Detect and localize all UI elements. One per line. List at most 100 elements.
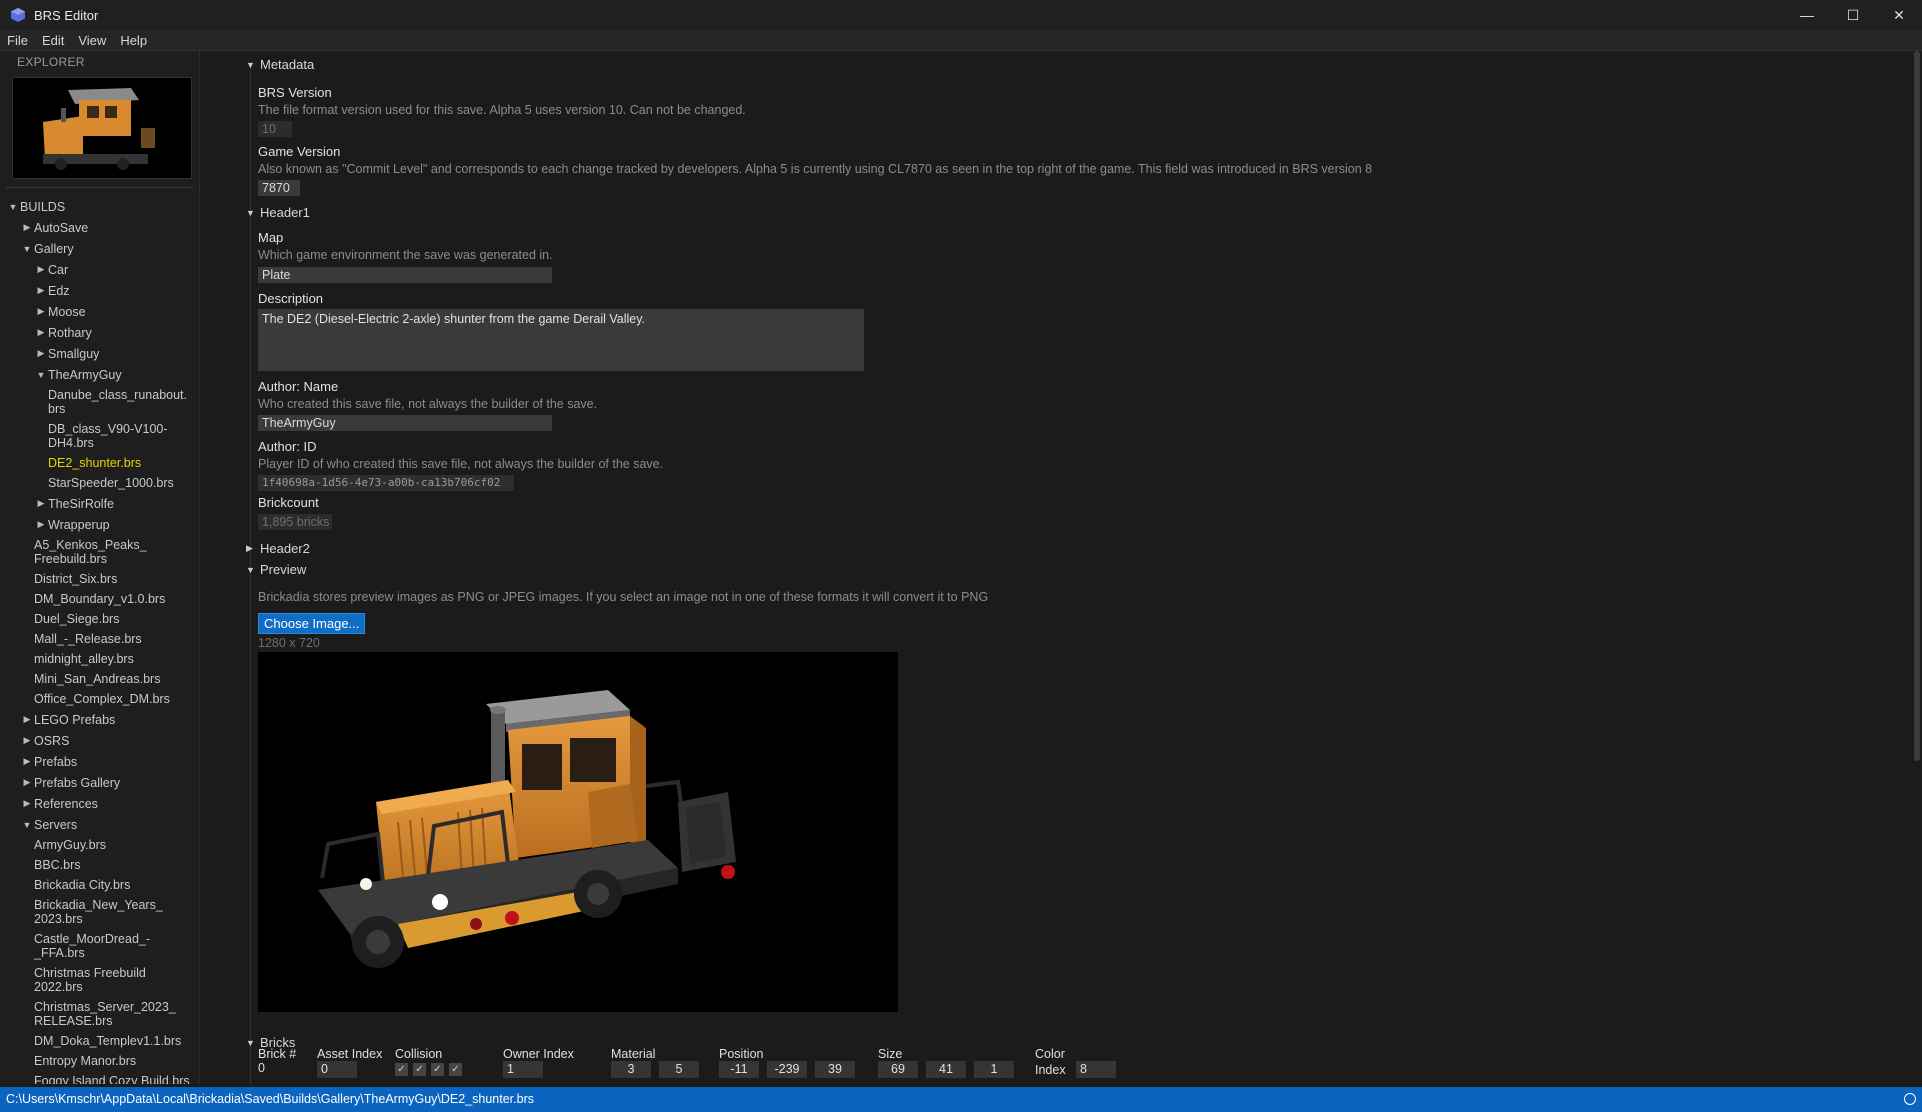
- tree-folder[interactable]: ▶ LEGO Prefabs: [0, 709, 199, 730]
- position-y-field[interactable]: -239: [767, 1061, 807, 1078]
- game-version-label: Game Version: [258, 144, 341, 159]
- choose-image-button[interactable]: Choose Image...: [258, 613, 366, 634]
- tree-file[interactable]: DM_Doka_Templev1.1.brs: [0, 1031, 199, 1051]
- tree-folder[interactable]: ▶ Wrapperup: [0, 514, 199, 535]
- tree-file[interactable]: Brickadia City.brs: [0, 875, 199, 895]
- section-label: Header1: [260, 205, 310, 220]
- tree-folder[interactable]: ▼ TheArmyGuy: [0, 364, 199, 385]
- section-header1[interactable]: ▼ Header1: [246, 205, 310, 220]
- tree-file[interactable]: midnight_alley.brs: [0, 649, 199, 669]
- tree-file[interactable]: DB_class_V90-V100- DH4.brs: [0, 419, 199, 453]
- tree-folder-label: Wrapperup: [48, 517, 110, 532]
- position-z-field[interactable]: 39: [815, 1061, 855, 1078]
- tree-file[interactable]: Office_Complex_DM.brs: [0, 689, 199, 709]
- status-icon: [1904, 1093, 1916, 1105]
- map-field[interactable]: Plate: [258, 267, 552, 283]
- size-z-field[interactable]: 1: [974, 1061, 1014, 1078]
- tree-file[interactable]: Mall_-_Release.brs: [0, 629, 199, 649]
- collision-checkbox[interactable]: ✓: [413, 1063, 426, 1076]
- maximize-button[interactable]: ☐: [1830, 0, 1876, 30]
- tree-folder-label: Car: [48, 262, 69, 277]
- status-path: C:\Users\Kmschr\AppData\Local\Brickadia\…: [6, 1092, 534, 1106]
- tree-file[interactable]: Foggy Island Cozy Build.brs: [0, 1071, 199, 1084]
- collapse-icon: ▼: [246, 207, 255, 218]
- section-label: Header2: [260, 541, 310, 556]
- tree-file[interactable]: Duel_Siege.brs: [0, 609, 199, 629]
- scrollbar[interactable]: [1914, 51, 1920, 761]
- tree-folder[interactable]: ▶ Prefabs Gallery: [0, 772, 199, 793]
- expand-icon: ▶: [246, 543, 253, 553]
- tree-file[interactable]: Brickadia_New_Years_ 2023.brs: [0, 895, 199, 929]
- tree-file[interactable]: Christmas_Server_2023_ RELEASE.brs: [0, 997, 199, 1031]
- tree-file[interactable]: ArmyGuy.brs: [0, 835, 199, 855]
- tree-folder[interactable]: ▶ Car: [0, 259, 199, 280]
- tree-folder[interactable]: ▶ Rothary: [0, 322, 199, 343]
- material-field[interactable]: 3: [611, 1061, 651, 1078]
- tree-folder[interactable]: ▼ BUILDS: [0, 196, 199, 217]
- tree-folder[interactable]: ▼ Servers: [0, 814, 199, 835]
- tree-folder-label: Smallguy: [48, 346, 100, 361]
- menu-view[interactable]: View: [71, 33, 113, 48]
- preview-dimensions: 1280 x 720: [258, 636, 320, 650]
- explorer-header: EXPLORER: [17, 55, 85, 69]
- col-asset-index: Asset Index: [317, 1047, 383, 1061]
- tree-file[interactable]: StarSpeeder_1000.brs: [0, 473, 199, 493]
- author-name-field[interactable]: TheArmyGuy: [258, 415, 552, 431]
- size-x-field[interactable]: 69: [878, 1061, 918, 1078]
- tree-folder[interactable]: ▶ Smallguy: [0, 343, 199, 364]
- author-name-desc: Who created this save file, not always t…: [258, 397, 598, 411]
- chevron-right-icon: ▶: [37, 327, 45, 337]
- minimize-button[interactable]: —: [1784, 0, 1830, 30]
- tree-folder[interactable]: ▶ Moose: [0, 301, 199, 322]
- tree-folder[interactable]: ▶ TheSirRolfe: [0, 493, 199, 514]
- section-metadata[interactable]: ▼ Metadata: [246, 57, 314, 72]
- collision-checkbox[interactable]: ✓: [431, 1063, 444, 1076]
- color-index-field[interactable]: 8: [1076, 1061, 1116, 1078]
- col-collision: Collision: [395, 1047, 443, 1061]
- tree-file[interactable]: DM_Boundary_v1.0.brs: [0, 589, 199, 609]
- tree-folder-label: Edz: [48, 283, 70, 298]
- tree-folder[interactable]: ▶ OSRS: [0, 730, 199, 751]
- chevron-down-icon: ▼: [22, 243, 32, 254]
- game-version-field[interactable]: 7870: [258, 180, 300, 196]
- tree-folder[interactable]: ▶ Prefabs: [0, 751, 199, 772]
- menu-edit[interactable]: Edit: [35, 33, 71, 48]
- size-y-field[interactable]: 41: [926, 1061, 966, 1078]
- col-size: Size: [878, 1047, 903, 1061]
- tree-file[interactable]: Castle_MoorDread_- _FFA.brs: [0, 929, 199, 963]
- asset-index-field[interactable]: 0: [317, 1061, 357, 1078]
- menu-file[interactable]: File: [0, 33, 35, 48]
- tree-folder-label: TheArmyGuy: [48, 367, 122, 382]
- tree-folder-label: References: [34, 796, 98, 811]
- material-field[interactable]: 5: [659, 1061, 699, 1078]
- author-id-desc: Player ID of who created this save file,…: [258, 457, 664, 471]
- description-textarea[interactable]: The DE2 (Diesel-Electric 2-axle) shunter…: [258, 309, 864, 371]
- tree-file[interactable]: District_Six.brs: [0, 569, 199, 589]
- tree-folder[interactable]: ▶ Edz: [0, 280, 199, 301]
- owner-index-field[interactable]: 1: [503, 1061, 543, 1078]
- tree-file[interactable]: Danube_class_runabout. brs: [0, 385, 199, 419]
- collision-checkbox[interactable]: ✓: [395, 1063, 408, 1076]
- preview-desc: Brickadia stores preview images as PNG o…: [258, 590, 989, 604]
- close-button[interactable]: ✕: [1876, 0, 1922, 30]
- tree-folder[interactable]: ▼ Gallery: [0, 238, 199, 259]
- position-x-field[interactable]: -11: [719, 1061, 759, 1078]
- chevron-down-icon: ▼: [8, 201, 18, 212]
- tree-file[interactable]: Mini_San_Andreas.brs: [0, 669, 199, 689]
- tree-file[interactable]: Entropy Manor.brs: [0, 1051, 199, 1071]
- tree-folder[interactable]: ▶ AutoSave: [0, 217, 199, 238]
- tree-file[interactable]: A5_Kenkos_Peaks_ Freebuild.brs: [0, 535, 199, 569]
- tree-file[interactable]: DE2_shunter.brs: [0, 453, 199, 473]
- collision-checkbox[interactable]: ✓: [449, 1063, 462, 1076]
- preview-thumbnail: [12, 77, 192, 179]
- section-header2[interactable]: ▶ Header2: [246, 541, 310, 556]
- tree-folder[interactable]: ▶ References: [0, 793, 199, 814]
- tree-file[interactable]: BBC.brs: [0, 855, 199, 875]
- file-tree: ▼ BUILDS ▶ AutoSave ▼ Gallery ▶ Car ▶ Edz ▶ Moose ▶ R…: [0, 188, 199, 1085]
- tree-file[interactable]: Christmas Freebuild 2022.brs: [0, 963, 199, 997]
- menu-help[interactable]: Help: [113, 33, 154, 48]
- section-preview[interactable]: ▼ Preview: [246, 562, 306, 577]
- col-brick-num: Brick #: [258, 1047, 297, 1061]
- chevron-right-icon: ▶: [37, 498, 45, 508]
- tree-folder-label: OSRS: [34, 733, 70, 748]
